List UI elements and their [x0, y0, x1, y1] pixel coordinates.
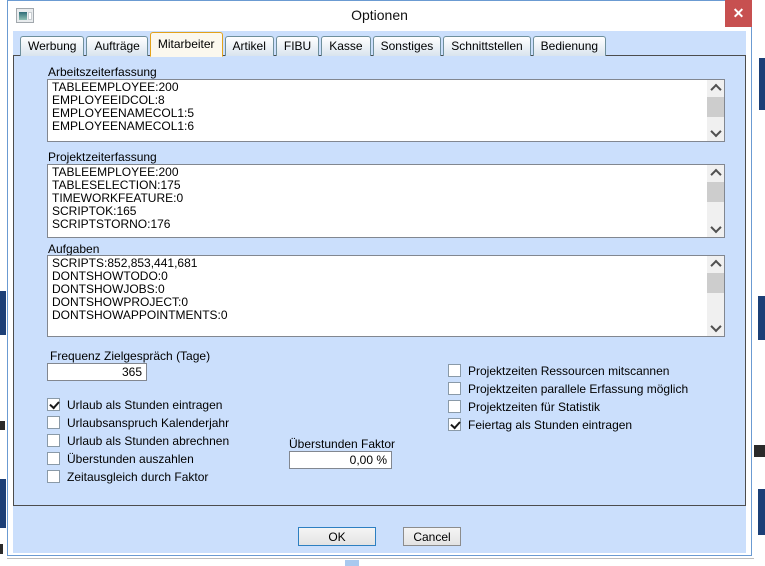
scroll-up-icon[interactable]	[707, 256, 724, 272]
checkbox-label: Feiertag als Stunden eintragen	[468, 418, 632, 432]
checkbox-box[interactable]	[448, 400, 461, 413]
tab-strip: Werbung Aufträge Mitarbeiter Artikel FIB…	[13, 32, 746, 56]
scroll-down-icon[interactable]	[707, 320, 724, 336]
checkbox-zeitausgleich-durch-faktor[interactable]: Zeitausgleich durch Faktor	[47, 470, 229, 483]
background-window-fragment	[0, 479, 6, 528]
checkbox-label: Projektzeiten Ressourcen mitscannen	[468, 364, 669, 378]
scrollbar-thumb[interactable]	[707, 97, 724, 117]
checkbox-label: Urlaubsanspruch Kalenderjahr	[67, 416, 229, 430]
frequenz-zielgespraech-label: Frequenz Zielgespräch (Tage)	[50, 349, 210, 363]
scroll-up-icon[interactable]	[707, 165, 724, 181]
button-bar: OK Cancel	[8, 527, 751, 547]
checkbox-box[interactable]	[47, 434, 60, 447]
tab-page-mitarbeiter: Arbeitszeiterfassung TABLEEMPLOYEE:200 E…	[13, 55, 746, 506]
list-line: DONTSHOWAPPOINTMENTS:0	[52, 309, 704, 322]
checkbox-projektzeiten-parallele-erfassung[interactable]: Projektzeiten parallele Erfassung möglic…	[448, 382, 688, 395]
background-window-fragment	[758, 489, 765, 535]
listbox-lines: TABLEEMPLOYEE:200 EMPLOYEEIDCOL:8 EMPLOY…	[52, 81, 704, 140]
close-icon: ✕	[733, 5, 745, 22]
close-button[interactable]: ✕	[725, 0, 752, 27]
tab-sonstiges[interactable]: Sonstiges	[373, 36, 442, 56]
tab-werbung[interactable]: Werbung	[20, 36, 84, 56]
tab-mitarbeiter[interactable]: Mitarbeiter	[150, 32, 223, 57]
checkbox-feiertag-als-stunden-eintragen[interactable]: Feiertag als Stunden eintragen	[448, 418, 688, 431]
scrollbar[interactable]	[707, 80, 724, 141]
ueberstunden-faktor-input[interactable]	[289, 451, 392, 469]
list-line: TIMEWORKFEATURE:0	[52, 192, 704, 205]
background-window-fragment	[345, 560, 359, 566]
tab-bedienung[interactable]: Bedienung	[533, 36, 606, 56]
scrollbar[interactable]	[707, 256, 724, 336]
cancel-button[interactable]: Cancel	[403, 527, 461, 546]
checkbox-box[interactable]	[47, 398, 60, 411]
window-shadow-line	[7, 558, 754, 559]
tab-schnittstellen[interactable]: Schnittstellen	[443, 36, 530, 56]
checkbox-label: Überstunden auszahlen	[67, 452, 194, 466]
titlebar[interactable]: Optionen ✕	[8, 1, 751, 30]
tab-artikel[interactable]: Artikel	[225, 36, 274, 56]
checkbox-box[interactable]	[448, 364, 461, 377]
scroll-down-icon[interactable]	[707, 221, 724, 237]
checkbox-urlaub-als-stunden-eintragen[interactable]: Urlaub als Stunden eintragen	[47, 398, 229, 411]
listbox-lines: SCRIPTS:852,853,441,681 DONTSHOWTODO:0 D…	[52, 257, 704, 335]
background-window-fragment	[0, 544, 3, 554]
checkbox-label: Projektzeiten parallele Erfassung möglic…	[468, 382, 688, 396]
background-window-fragment	[759, 58, 765, 110]
tab-fibu[interactable]: FIBU	[276, 36, 319, 56]
checkbox-label: Zeitausgleich durch Faktor	[67, 470, 208, 484]
checkbox-projektzeiten-fuer-statistik[interactable]: Projektzeiten für Statistik	[448, 400, 688, 413]
checkbox-box[interactable]	[448, 418, 461, 431]
group-label-projektzeiterfassung: Projektzeiterfassung	[48, 150, 157, 164]
checkbox-column-right: Projektzeiten Ressourcen mitscannen Proj…	[448, 364, 688, 431]
options-dialog: Optionen ✕ Werbung Aufträge Mitarbeiter …	[7, 0, 752, 556]
checkbox-projektzeiten-ressourcen-mitscannen[interactable]: Projektzeiten Ressourcen mitscannen	[448, 364, 688, 377]
tab-auftraege[interactable]: Aufträge	[86, 36, 147, 56]
checkbox-urlaubsanspruch-kalenderjahr[interactable]: Urlaubsanspruch Kalenderjahr	[47, 416, 229, 429]
scroll-up-icon[interactable]	[707, 80, 724, 96]
frequenz-zielgespraech-input[interactable]	[47, 363, 147, 381]
dialog-title: Optionen	[8, 1, 751, 30]
ok-button[interactable]: OK	[298, 527, 376, 546]
list-line: EMPLOYEENAMECOL1:6	[52, 120, 704, 133]
checkbox-label: Projektzeiten für Statistik	[468, 400, 600, 414]
checkbox-column-left: Urlaub als Stunden eintragen Urlaubsansp…	[47, 398, 229, 483]
tab-kasse[interactable]: Kasse	[321, 36, 370, 56]
listbox-projektzeiterfassung[interactable]: TABLEEMPLOYEE:200 TABLESELECTION:175 TIM…	[47, 164, 725, 238]
background-window-fragment	[758, 296, 765, 340]
scrollbar[interactable]	[707, 165, 724, 237]
background-window-fragment	[754, 445, 765, 457]
scrollbar-thumb[interactable]	[707, 273, 724, 293]
checkbox-urlaub-als-stunden-abrechnen[interactable]: Urlaub als Stunden abrechnen	[47, 434, 229, 447]
checkbox-box[interactable]	[448, 382, 461, 395]
group-label-arbeitszeiterfassung: Arbeitszeiterfassung	[48, 65, 157, 79]
listbox-lines: TABLEEMPLOYEE:200 TABLESELECTION:175 TIM…	[52, 166, 704, 236]
scrollbar-thumb[interactable]	[707, 182, 724, 202]
checkbox-label: Urlaub als Stunden abrechnen	[67, 434, 229, 448]
scroll-down-icon[interactable]	[707, 125, 724, 141]
checkbox-box[interactable]	[47, 470, 60, 483]
ueberstunden-faktor-label: Überstunden Faktor	[289, 437, 395, 451]
checkbox-ueberstunden-auszahlen[interactable]: Überstunden auszahlen	[47, 452, 229, 465]
checkbox-box[interactable]	[47, 452, 60, 465]
background-window-fragment	[0, 291, 6, 335]
checkbox-label: Urlaub als Stunden eintragen	[67, 398, 222, 412]
listbox-arbeitszeiterfassung[interactable]: TABLEEMPLOYEE:200 EMPLOYEEIDCOL:8 EMPLOY…	[47, 79, 725, 142]
checkbox-box[interactable]	[47, 416, 60, 429]
listbox-aufgaben[interactable]: SCRIPTS:852,853,441,681 DONTSHOWTODO:0 D…	[47, 255, 725, 337]
background-window-fragment	[0, 421, 5, 430]
list-line: SCRIPTSTORNO:176	[52, 218, 704, 231]
group-label-aufgaben: Aufgaben	[48, 242, 99, 256]
